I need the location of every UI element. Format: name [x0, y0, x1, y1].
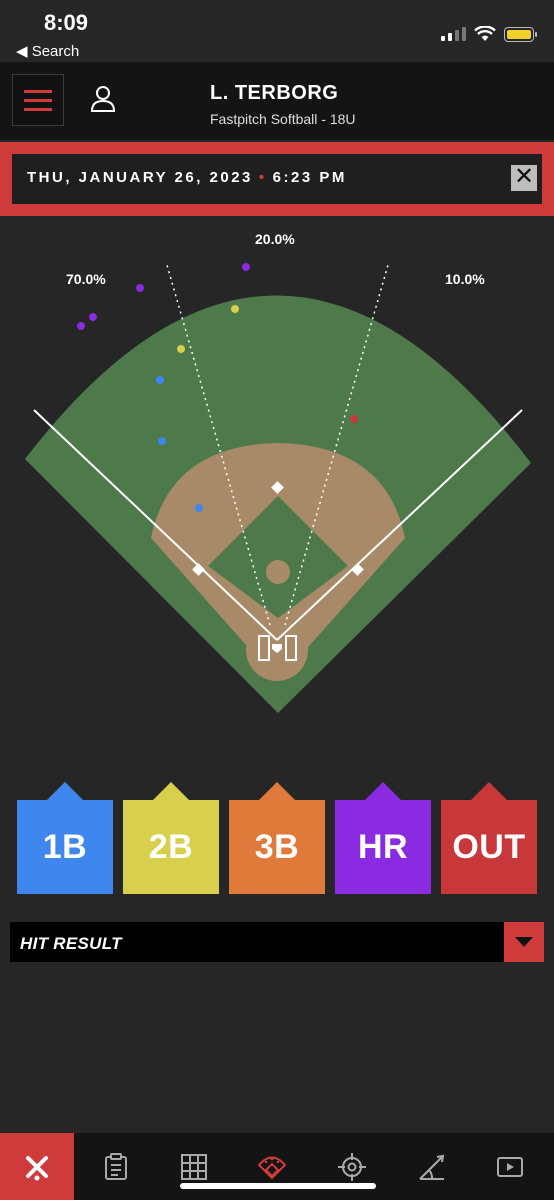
home-run-button[interactable]: HR: [335, 782, 431, 894]
chevron-down-icon: [515, 937, 533, 947]
session-date: THU, JANUARY 26, 2023: [27, 169, 253, 186]
player-name: L. TERBORG: [210, 82, 339, 104]
separator-dot: •: [258, 169, 267, 186]
back-to-search-link[interactable]: ◀ Search: [16, 42, 79, 60]
wifi-icon: [474, 26, 496, 41]
session-time: 6:23 PM: [272, 169, 347, 186]
out-button[interactable]: OUT: [441, 782, 537, 894]
close-session-button[interactable]: ✕: [511, 165, 537, 191]
hit-result-label: HIT RESULT: [20, 934, 122, 953]
hit-marker-out: [350, 415, 358, 423]
field-icon: [257, 1156, 287, 1179]
spray-chart: 70.0% 20.0% 10.0%: [0, 216, 554, 776]
hit-type-buttons: 1B 2B 3B HR OUT: [17, 782, 537, 894]
double-button[interactable]: 2B: [123, 782, 219, 894]
nav-scorebook[interactable]: [80, 1133, 152, 1200]
player-league: Fastpitch Softball - 18U: [210, 111, 356, 127]
hit-marker-2b: [177, 345, 185, 353]
hamburger-icon: [24, 89, 52, 93]
nav-video[interactable]: [474, 1133, 546, 1200]
signal-icon: [441, 27, 466, 41]
nav-spray-chart[interactable]: [236, 1133, 308, 1200]
nav-batting[interactable]: [0, 1133, 74, 1200]
hit-marker-hr: [77, 322, 85, 330]
nav-pitching[interactable]: [314, 1133, 390, 1200]
target-icon: [338, 1152, 366, 1181]
profile-icon[interactable]: [88, 84, 118, 114]
status-bar: 8:09 ◀ Search: [0, 0, 554, 62]
softball-field[interactable]: [0, 216, 554, 776]
hit-result-toggle[interactable]: [504, 922, 544, 962]
video-icon: [497, 1156, 523, 1177]
session-banner: THU, JANUARY 26, 2023 • 6:23 PM ✕: [0, 142, 554, 216]
hit-result-dropdown[interactable]: HIT RESULT: [10, 922, 544, 962]
bats-icon: [26, 1155, 48, 1180]
session-datetime: THU, JANUARY 26, 2023 • 6:23 PM: [27, 169, 347, 186]
triple-button[interactable]: 3B: [229, 782, 325, 894]
hit-marker-hr: [242, 263, 250, 271]
status-icons: [441, 24, 537, 44]
single-button[interactable]: 1B: [17, 782, 113, 894]
angle-icon: [419, 1154, 445, 1180]
hit-marker-1b: [156, 376, 164, 384]
clipboard-icon: [105, 1152, 127, 1180]
nav-launch-angle[interactable]: [396, 1133, 468, 1200]
battery-icon: [504, 26, 537, 42]
hit-marker-hr: [89, 313, 97, 321]
bottom-nav: [0, 1133, 554, 1200]
hit-marker-2b: [231, 305, 239, 313]
app-header: L. TERBORG Fastpitch Softball - 18U: [0, 62, 554, 140]
nav-strike-zone[interactable]: [158, 1133, 230, 1200]
menu-button[interactable]: [12, 74, 64, 126]
home-indicator[interactable]: [180, 1183, 376, 1189]
grid-icon: [181, 1153, 207, 1180]
hit-marker-1b: [158, 437, 166, 445]
hit-marker-hr: [136, 284, 144, 292]
pitchers-mound: [266, 560, 290, 584]
status-time: 8:09: [44, 10, 89, 35]
hit-marker-1b: [195, 504, 203, 512]
